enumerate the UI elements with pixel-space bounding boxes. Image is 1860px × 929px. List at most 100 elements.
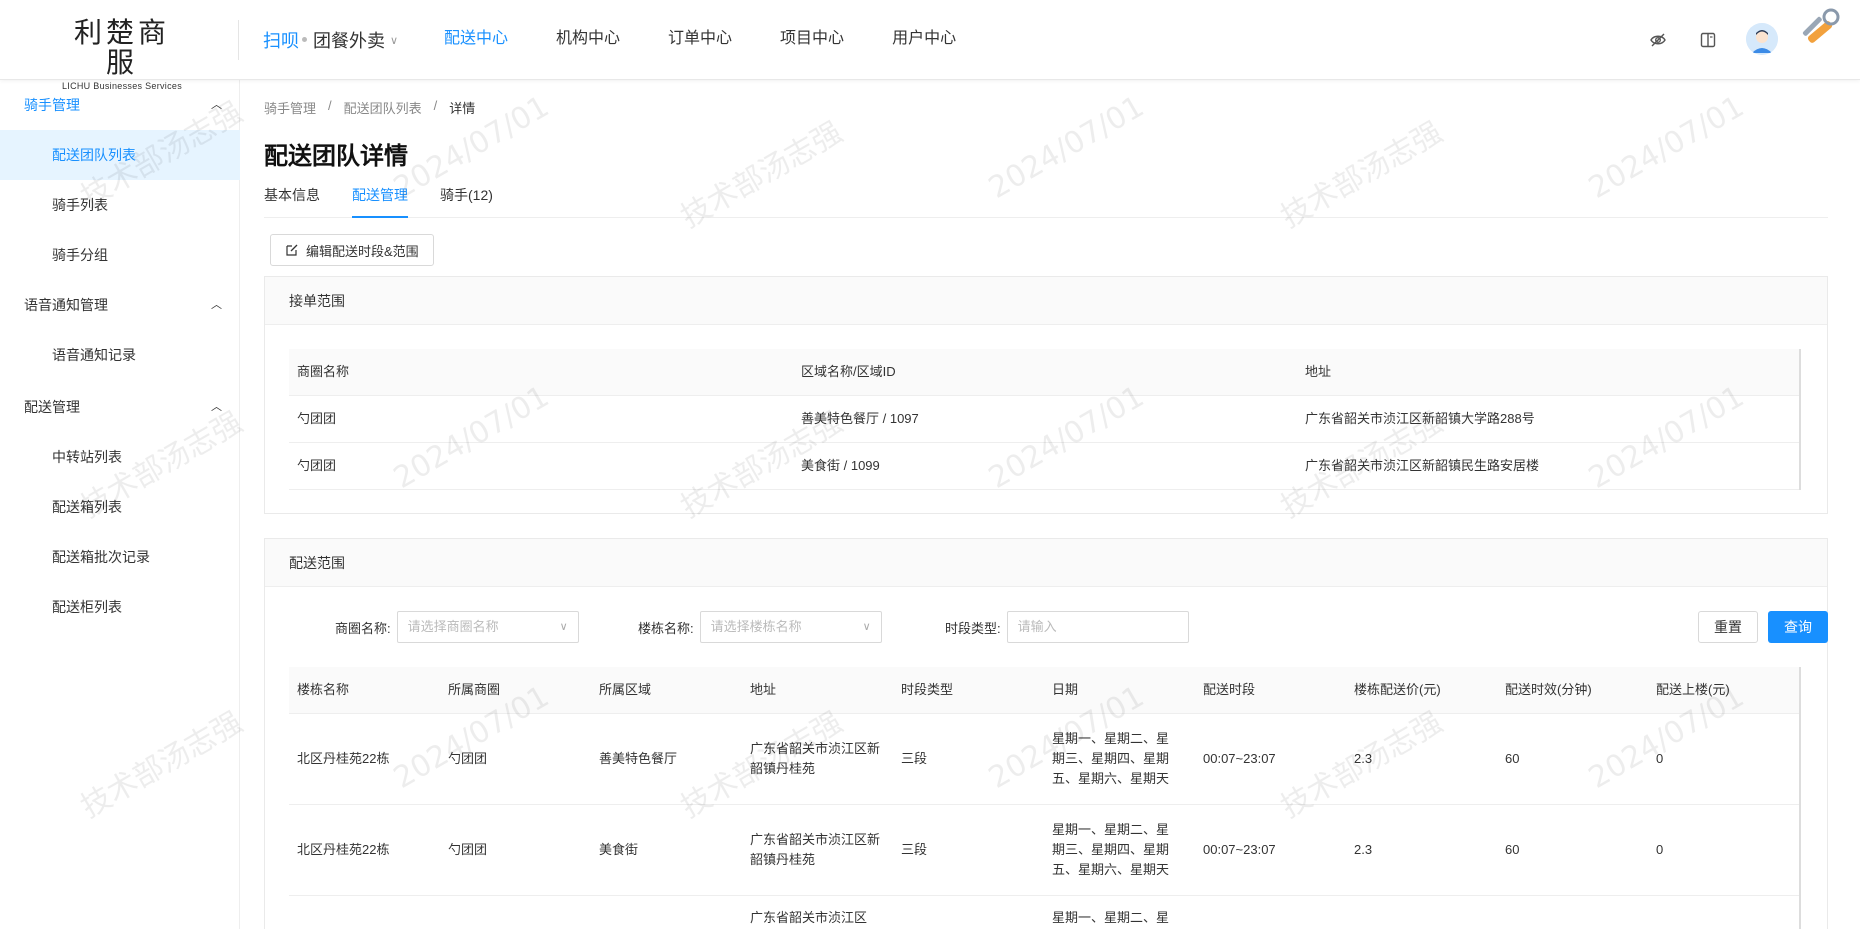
table-cell: 广东省韶关市浈江区新韶镇丹桂苑 [750, 741, 881, 776]
user-avatar[interactable] [1746, 23, 1778, 55]
nav-project-center[interactable]: 项目中心 [780, 0, 844, 80]
business-select[interactable]: 团餐外卖 ∨ [313, 27, 398, 53]
query-button[interactable]: 查询 [1768, 611, 1828, 643]
table-row: 北区丹桂苑22栋 勺团团 善美特色餐厅 广东省韶关市浈江区新韶镇丹桂苑 三段 星… [289, 714, 1799, 805]
order-scope-card: 接单范围 商圈名称 区域名称/区域ID 地址 勺团团 善美特色餐厅 / 1097… [264, 276, 1828, 514]
top-nav: 配送中心 机构中心 订单中心 项目中心 用户中心 [444, 0, 1004, 80]
chevron-down-icon: ∨ [862, 621, 871, 633]
sidebar: 骑手管理 ︿ 配送团队列表 骑手列表 骑手分组 语音通知管理 ︿ 语音通知记录 … [0, 80, 240, 929]
building-select[interactable]: 请选择楼栋名称 ∨ [699, 611, 882, 643]
tab-basic-info[interactable]: 基本信息 [264, 180, 320, 218]
tools-icon[interactable] [1800, 6, 1844, 50]
table-cell: 美食街 [599, 842, 639, 857]
breadcrumb: 骑手管理 / 配送团队列表 / 详情 [264, 98, 475, 117]
sidebar-item-delivery-team-list[interactable]: 配送团队列表 [0, 130, 240, 180]
tab-bar: 基本信息 配送管理 骑手(12) [264, 180, 1828, 218]
brand-name[interactable]: 扫呗 [263, 27, 299, 53]
sidebar-item-delivery-box-list[interactable]: 配送箱列表 [0, 482, 240, 532]
page-title: 配送团队详情 [264, 143, 408, 170]
column-header: 配送时段 [1203, 682, 1256, 697]
breadcrumb-item[interactable]: 配送团队列表 [344, 98, 422, 117]
sidebar-item-cabinet-list[interactable]: 配送柜列表 [0, 582, 240, 632]
sidebar-group-delivery-management[interactable]: 配送管理 ︿ [0, 382, 240, 432]
sidebar-group-label: 骑手管理 [24, 97, 80, 113]
table-row: 广东省韶关市浈江区 星期一、星期二、星 [289, 896, 1799, 929]
logo-main-text: 利楚商服 [73, 16, 170, 79]
filter-label: 时段类型: [945, 620, 1001, 636]
chevron-up-icon: ︿ [211, 99, 222, 111]
table-cell: 三段 [901, 751, 928, 766]
chevron-up-icon: ︿ [211, 299, 222, 311]
nav-order-center[interactable]: 订单中心 [668, 0, 732, 80]
table-cell: 2.3 [1354, 842, 1373, 857]
sidebar-item-box-batch-records[interactable]: 配送箱批次记录 [0, 532, 240, 582]
table-cell: 美食街 / 1099 [801, 458, 880, 473]
table-cell: 星期一、星期二、星期三、星期四、星期五、星期六、星期天 [1052, 822, 1170, 877]
delivery-scope-title: 配送范围 [265, 539, 1827, 587]
table-cell: 00:07~23:07 [1203, 842, 1276, 857]
sidebar-group-voice-notification[interactable]: 语音通知管理 ︿ [0, 280, 240, 330]
filter-label: 商圈名称: [335, 620, 391, 636]
column-header: 日期 [1052, 682, 1079, 697]
chevron-down-icon: ∨ [390, 34, 399, 47]
table-cell: 勺团团 [297, 411, 337, 426]
column-header: 所属区域 [599, 682, 652, 697]
breadcrumb-current: 详情 [449, 101, 476, 116]
logo-sub-text: LICHU Businesses Services [61, 81, 183, 91]
table-row: 勺团团 美食街 / 1099 广东省韶关市浈江区新韶镇民生路安居楼 [289, 443, 1799, 490]
sidebar-item-rider-group[interactable]: 骑手分组 [0, 230, 240, 280]
table-cell: 勺团团 [448, 842, 488, 857]
book-icon[interactable] [1698, 30, 1718, 50]
nav-delivery-center[interactable]: 配送中心 [444, 0, 508, 80]
header-divider [238, 20, 239, 60]
table-cell: 60 [1505, 751, 1520, 766]
select-placeholder: 请选择楼栋名称 [710, 619, 802, 634]
brand-dot [302, 37, 307, 42]
reset-button[interactable]: 重置 [1698, 611, 1758, 643]
table-header-row: 商圈名称 区域名称/区域ID 地址 [289, 349, 1799, 396]
column-header: 所属商圈 [448, 682, 501, 697]
tab-delivery-management[interactable]: 配送管理 [352, 180, 408, 218]
column-header: 配送时效(分钟) [1505, 682, 1592, 697]
table-cell: 广东省韶关市浈江区 [750, 910, 868, 925]
table-cell: 勺团团 [297, 458, 337, 473]
table-cell: 北区丹桂苑22栋 [297, 751, 390, 766]
column-header: 时段类型 [901, 682, 954, 697]
nav-user-center[interactable]: 用户中心 [892, 0, 956, 80]
edit-delivery-period-button[interactable]: 编辑配送时段&范围 [270, 234, 434, 266]
period-type-input[interactable]: 请输入 [1006, 611, 1189, 643]
table-cell: 广东省韶关市浈江区新韶镇民生路安居楼 [1305, 458, 1540, 473]
table-cell: 善美特色餐厅 / 1097 [801, 411, 919, 426]
filter-circle: 商圈名称: 请选择商圈名称 ∨ [335, 611, 579, 643]
tab-riders[interactable]: 骑手(12) [440, 180, 493, 218]
table-cell: 北区丹桂苑22栋 [297, 842, 390, 857]
table-header-row: 楼栋名称 所属商圈 所属区域 地址 时段类型 日期 配送时段 楼栋配送价(元) … [289, 667, 1799, 714]
delivery-scope-card: 配送范围 商圈名称: 请选择商圈名称 ∨ 楼栋名称: 请选择楼栋名称 ∨ 时段类… [264, 538, 1828, 929]
sidebar-item-voice-records[interactable]: 语音通知记录 [0, 330, 240, 380]
table-row: 勺团团 善美特色餐厅 / 1097 广东省韶关市浈江区新韶镇大学路288号 [289, 396, 1799, 443]
column-header: 区域名称/区域ID [801, 364, 896, 379]
column-header: 楼栋配送价(元) [1354, 682, 1441, 697]
breadcrumb-separator: / [433, 98, 438, 113]
eye-off-icon[interactable] [1648, 30, 1668, 50]
table-cell: 善美特色餐厅 [599, 751, 678, 766]
table-cell: 00:07~23:07 [1203, 751, 1276, 766]
filter-building: 楼栋名称: 请选择楼栋名称 ∨ [638, 611, 882, 643]
filter-label: 楼栋名称: [638, 620, 694, 636]
breadcrumb-item[interactable]: 骑手管理 [264, 98, 316, 117]
table-cell: 星期一、星期二、星 [1052, 910, 1170, 925]
chevron-down-icon: ∨ [559, 621, 568, 633]
table-cell: 三段 [901, 842, 928, 857]
column-header: 商圈名称 [297, 364, 350, 379]
top-header: 利楚商服 LICHU Businesses Services 扫呗 团餐外卖 ∨… [0, 0, 1860, 91]
circle-select[interactable]: 请选择商圈名称 ∨ [396, 611, 579, 643]
table-cell: 2.3 [1354, 751, 1373, 766]
table-cell: 星期一、星期二、星期三、星期四、星期五、星期六、星期天 [1052, 731, 1170, 786]
nav-org-center[interactable]: 机构中心 [556, 0, 620, 80]
breadcrumb-separator: / [328, 98, 332, 113]
delivery-scope-table: 楼栋名称 所属商圈 所属区域 地址 时段类型 日期 配送时段 楼栋配送价(元) … [289, 667, 1801, 929]
sidebar-item-transfer-station-list[interactable]: 中转站列表 [0, 432, 240, 482]
logo[interactable]: 利楚商服 LICHU Businesses Services [60, 16, 184, 92]
sidebar-item-rider-list[interactable]: 骑手列表 [0, 180, 240, 230]
table-row: 北区丹桂苑22栋 勺团团 美食街 广东省韶关市浈江区新韶镇丹桂苑 三段 星期一、… [289, 805, 1799, 896]
